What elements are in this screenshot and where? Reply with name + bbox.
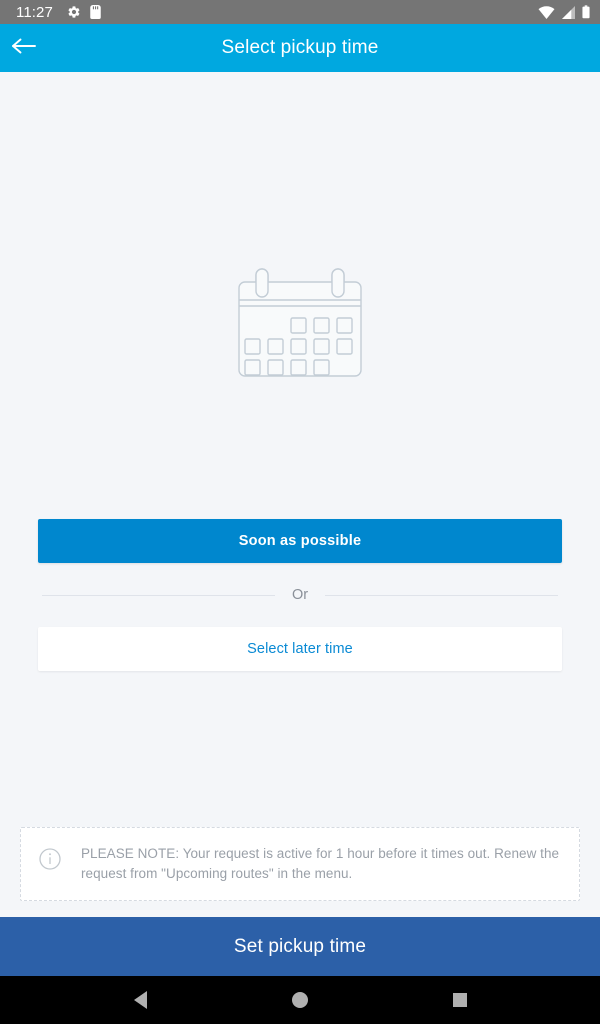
home-circle-icon <box>292 992 308 1008</box>
calendar-illustration <box>0 268 600 384</box>
android-navigation-bar <box>0 976 600 1024</box>
cellular-signal-icon <box>561 5 576 19</box>
info-circle-icon <box>37 846 63 872</box>
please-note-text: PLEASE NOTE: Your request is active for … <box>81 846 560 881</box>
pickup-time-actions: Soon as possible Or Select later time <box>38 519 562 671</box>
gear-icon <box>67 5 81 19</box>
phone-screen: 11:27 Select pickup time Soon as possibl… <box>0 0 600 1024</box>
please-note-box: PLEASE NOTE: Your request is active for … <box>20 827 580 901</box>
wifi-icon <box>538 5 555 19</box>
nav-recents-button[interactable] <box>430 976 490 1024</box>
status-bar-right-icons <box>538 5 590 19</box>
status-bar-left-icons <box>67 5 101 19</box>
or-divider-label: Or <box>291 587 309 603</box>
sd-card-icon <box>90 5 101 19</box>
arrow-left-icon <box>11 36 37 61</box>
app-bar: Select pickup time <box>0 24 600 72</box>
set-pickup-time-button[interactable]: Set pickup time <box>0 917 600 976</box>
page-title: Select pickup time <box>221 37 379 58</box>
soon-as-possible-button[interactable]: Soon as possible <box>38 519 562 563</box>
recents-square-icon <box>453 993 467 1007</box>
or-divider-line-left <box>42 594 275 596</box>
back-button[interactable] <box>0 24 48 72</box>
nav-home-button[interactable] <box>270 976 330 1024</box>
main-content: Soon as possible Or Select later time PL… <box>0 72 600 917</box>
or-divider: Or <box>42 587 559 603</box>
status-bar: 11:27 <box>0 0 600 24</box>
battery-icon <box>582 5 590 19</box>
nav-back-button[interactable] <box>110 976 170 1024</box>
or-divider-line-right <box>325 594 559 596</box>
status-bar-clock: 11:27 <box>16 3 53 21</box>
back-triangle-icon <box>133 991 147 1009</box>
select-later-time-button[interactable]: Select later time <box>38 626 562 671</box>
